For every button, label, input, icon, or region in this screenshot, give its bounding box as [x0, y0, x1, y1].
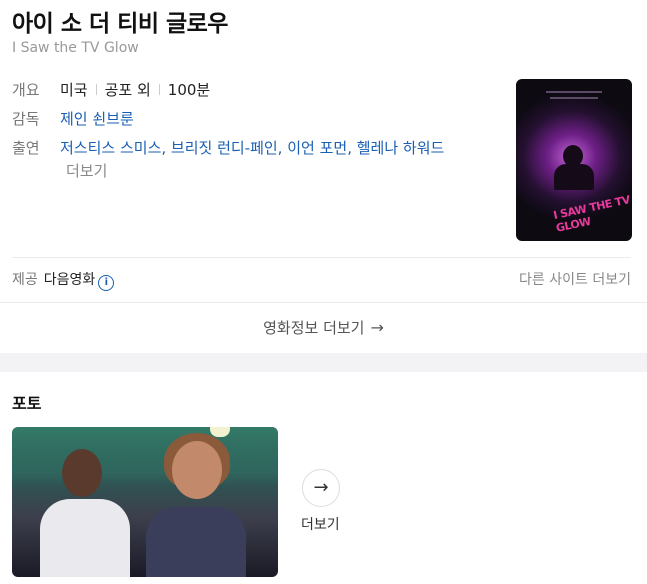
- movie-info-more-label: 영화정보 더보기: [263, 319, 365, 337]
- movie-poster[interactable]: I SAW THE TV GLOW: [516, 79, 632, 241]
- poster-title-logo: I SAW THE TV GLOW: [552, 193, 632, 235]
- provider-name: 다음영화: [43, 272, 96, 288]
- other-sites-link[interactable]: 다른 사이트 더보기: [519, 269, 631, 289]
- cast-row: 출연 저스티스 스미스, 브리짓 런디-페인, 이언 포먼, 헬레나 하워드: [12, 137, 444, 159]
- original-title: I Saw the TV Glow: [12, 40, 139, 56]
- cast-more-button[interactable]: 더보기: [66, 160, 107, 181]
- photo-person-left-head: [62, 449, 102, 497]
- arrow-right-icon: →: [370, 318, 384, 337]
- photo-backlight: [12, 427, 278, 487]
- cast-link[interactable]: 저스티스 스미스, 브리짓 런디-페인, 이언 포먼, 헬레나 하워드: [60, 139, 444, 157]
- cast-label: 출연: [12, 139, 40, 157]
- photo-more-label[interactable]: 더보기: [301, 514, 340, 534]
- photo-person-right-head: [172, 441, 222, 499]
- section-separator: [0, 353, 647, 372]
- director-label: 감독: [12, 110, 40, 128]
- genre: 공포 외: [104, 81, 151, 99]
- page-title: 아이 소 더 티비 글로우: [12, 11, 228, 37]
- photo-thumbnail[interactable]: [12, 427, 278, 577]
- divider: [158, 84, 160, 95]
- overview-label: 개요: [12, 81, 40, 99]
- runtime: 100분: [167, 81, 211, 99]
- section-divider: [0, 302, 647, 303]
- section-divider: [12, 257, 631, 258]
- divider: [95, 84, 97, 95]
- overview-row: 개요 미국 공포 외 100분: [12, 79, 210, 101]
- photo-person-left: [40, 499, 130, 577]
- poster-tagline: [546, 91, 602, 93]
- director-row: 감독 제인 쇤브룬: [12, 108, 134, 130]
- photo-section-title: 포토: [12, 394, 42, 413]
- photo-more-arrow-icon[interactable]: →: [302, 469, 340, 507]
- provider-label: 제공: [12, 272, 38, 288]
- photo-person-right: [146, 507, 246, 577]
- poster-tagline: [550, 97, 598, 99]
- country: 미국: [60, 81, 88, 99]
- info-icon[interactable]: i: [98, 275, 115, 291]
- poster-figure-body: [554, 164, 594, 190]
- movie-info-more-button[interactable]: 영화정보 더보기 →: [0, 317, 647, 338]
- director-link[interactable]: 제인 쇤브룬: [60, 110, 134, 128]
- provider-info: 제공 다음영화 i: [12, 269, 115, 291]
